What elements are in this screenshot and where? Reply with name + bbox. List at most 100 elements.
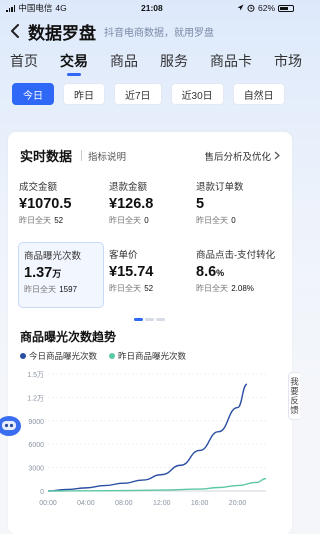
chevron-right-icon (274, 151, 280, 160)
app-header: 数据罗盘 抖音电商数据，就用罗盘 (0, 16, 300, 46)
legend-dot-yesterday (109, 353, 116, 359)
exposure-trend-chart: 0 3000 6000 9000 1.2万 1.5万 00:00 04:00 08:00 12:0… (27, 371, 267, 507)
y-tick-label: 0 (40, 489, 44, 496)
metric-value: 5 (196, 196, 284, 212)
location-icon (237, 4, 244, 11)
metric-label: 商品曝光次数 (24, 251, 82, 262)
nav-tabs: 首页 交易 商品 服务 商品卡 市场 (0, 46, 302, 76)
metric-compare: 昨日全天 0 (196, 215, 284, 226)
x-tick-label: 12:00 (153, 500, 171, 507)
status-right: 62% (237, 3, 294, 13)
clock: 21:08 (140, 3, 163, 13)
page-title: 数据罗盘 (28, 23, 96, 43)
metric-value-unit: % (216, 268, 225, 278)
date-filter-row: 今日 昨日 近7日 近30日 自然日 (0, 76, 300, 112)
metric-label: 客单价 (109, 250, 138, 261)
legend-today-label: 今日商品曝光次数 (29, 351, 98, 361)
metric-avg-order-value[interactable]: 客单价 ¥15.74 昨日全天 52 (104, 242, 190, 308)
metric-compare-label: 昨日全天 (19, 216, 51, 225)
status-left: 中国电信 4G (6, 2, 67, 14)
metric-compare: 昨日全天 2.08% (196, 283, 286, 294)
date-yesterday-button[interactable]: 昨日 (63, 83, 105, 105)
chart-legend: 今日商品曝光次数 昨日商品曝光次数 (20, 350, 186, 362)
metric-compare-value: 2.08% (231, 284, 254, 293)
metric-compare-label: 昨日全天 (109, 216, 141, 225)
tab-product-card[interactable]: 商品卡 (210, 51, 252, 71)
metric-value-number: ¥1070.5 (19, 196, 72, 212)
metric-value: ¥126.8 (109, 196, 185, 212)
trend-title: 商品曝光次数趋势 (20, 330, 117, 344)
realtime-header: 实时数据 指标说明 售后分析及优化 (8, 132, 292, 165)
alarm-icon (247, 4, 255, 12)
page-dot (156, 318, 165, 321)
date-30days-button[interactable]: 近30日 (170, 83, 224, 105)
feedback-button[interactable]: 我要反馈 (288, 372, 300, 420)
metric-click-pay-conversion[interactable]: 商品点击-支付转化 8.6% 昨日全天 2.08% (191, 242, 291, 308)
page-dot-active (134, 318, 143, 321)
battery-percent: 62% (257, 3, 275, 13)
metric-gmv[interactable]: 成交金额 ¥1070.5 昨日全天 52 (14, 174, 100, 240)
x-tick-label: 08:00 (115, 500, 133, 507)
metric-refund-amount[interactable]: 退款金额 ¥126.8 昨日全天 0 (104, 174, 190, 240)
page-indicator (134, 318, 165, 321)
metric-value: 1.37万 (24, 265, 98, 281)
aftersale-analysis-link[interactable]: 售后分析及优化 (204, 149, 280, 163)
tab-home[interactable]: 首页 (10, 51, 38, 71)
date-today-button[interactable]: 今日 (12, 83, 54, 105)
metric-compare-label: 昨日全天 (24, 285, 56, 294)
date-natural-day-button[interactable]: 自然日 (232, 83, 285, 105)
legend-yesterday-label: 昨日商品曝光次数 (118, 351, 187, 361)
metric-value-unit: 万 (52, 269, 62, 279)
back-icon[interactable] (6, 22, 24, 40)
network-label: 4G (55, 3, 67, 13)
metric-label: 退款订单数 (196, 182, 244, 193)
aftersale-analysis-label: 售后分析及优化 (204, 151, 271, 163)
metric-compare-label: 昨日全天 (109, 284, 141, 293)
assistant-robot-icon[interactable] (0, 412, 22, 438)
metric-value-number: 1.37 (24, 265, 53, 281)
tab-product[interactable]: 商品 (110, 51, 138, 71)
series-line-yesterday (47, 477, 267, 492)
tab-market[interactable]: 市场 (274, 51, 302, 71)
legend-today[interactable]: 今日商品曝光次数 (20, 350, 97, 362)
metric-value: ¥1070.5 (19, 196, 95, 212)
metric-label: 退款金额 (109, 182, 148, 193)
metric-compare-value: 52 (54, 216, 64, 225)
metric-compare: 昨日全天 1597 (24, 284, 98, 295)
metric-compare: 昨日全天 52 (19, 215, 95, 226)
metric-refund-orders[interactable]: 退款订单数 5 昨日全天 0 (191, 174, 289, 240)
y-tick-label: 9000 (28, 419, 44, 426)
y-tick-label: 6000 (28, 442, 44, 449)
metric-value-number: ¥15.74 (109, 264, 154, 280)
metric-compare-label: 昨日全天 (196, 216, 228, 225)
tab-service[interactable]: 服务 (160, 51, 188, 71)
x-tick-label: 16:00 (191, 500, 209, 507)
y-tick-label: 1.2万 (27, 394, 44, 402)
legend-yesterday[interactable]: 昨日商品曝光次数 (109, 350, 186, 362)
realtime-title: 实时数据 (20, 149, 73, 164)
status-bar: 中国电信 4G 21:08 62% (0, 0, 300, 16)
date-7days-button[interactable]: 近7日 (114, 83, 162, 105)
metric-explanation-link[interactable]: 指标说明 (88, 149, 126, 163)
page-subtitle: 抖音电商数据，就用罗盘 (104, 27, 214, 39)
x-tick-label: 00:00 (39, 500, 57, 507)
divider (81, 150, 83, 161)
metric-compare: 昨日全天 0 (109, 215, 185, 226)
x-tick-label: 04:00 (77, 500, 95, 507)
carrier-label: 中国电信 (18, 3, 53, 13)
page-dot (145, 318, 154, 321)
legend-dot-today (20, 353, 26, 359)
x-tick-label: 20:00 (229, 500, 247, 507)
metric-compare-label: 昨日全天 (196, 284, 228, 293)
metric-label: 成交金额 (19, 182, 58, 193)
metric-product-exposure[interactable]: 商品曝光次数 1.37万 昨日全天 1597 (18, 242, 104, 308)
y-tick-label: 1.5万 (27, 371, 44, 379)
metric-compare-value: 0 (231, 216, 236, 225)
metric-value-number: ¥126.8 (109, 196, 154, 212)
metric-label: 商品点击-支付转化 (196, 250, 276, 261)
tab-trade[interactable]: 交易 (60, 51, 88, 71)
series-line-today (47, 383, 248, 492)
metric-value: ¥15.74 (109, 264, 185, 280)
metric-compare: 昨日全天 52 (109, 283, 185, 294)
metric-compare-value: 0 (144, 216, 149, 225)
